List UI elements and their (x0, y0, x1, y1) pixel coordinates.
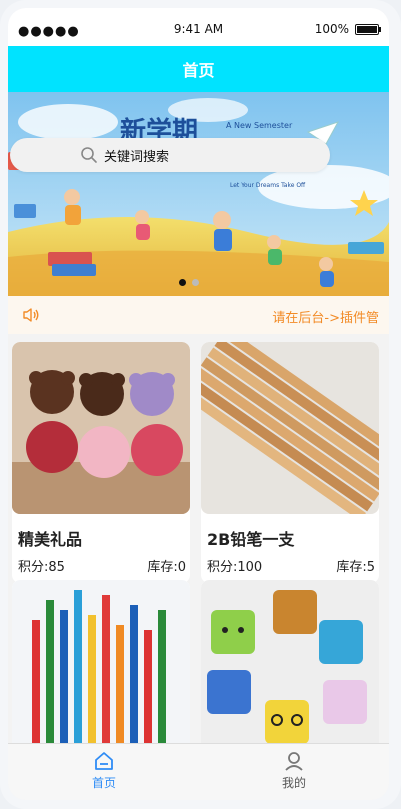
notice-text: 请在后台->插件管 (272, 311, 379, 326)
status-bar: ●●●●● 9:41 AM 100% (8, 8, 389, 46)
tab-home[interactable]: 首页 (44, 750, 164, 791)
product-points: 积分:100 (207, 560, 263, 575)
tab-mine[interactable]: 我的 (234, 750, 354, 791)
tab-bar: 首页 我的 (8, 743, 389, 800)
carousel-dot[interactable] (192, 279, 199, 286)
search-input[interactable]: 关键词搜索 (104, 146, 169, 165)
tab-mine-label: 我的 (281, 776, 306, 790)
battery-icon (355, 23, 381, 35)
banner-carousel[interactable]: 新学期 A New Semester Let Your Dreams Take … (8, 92, 389, 296)
tab-home-label: 首页 (91, 776, 116, 790)
carousel-dots (179, 279, 199, 286)
search-icon (81, 147, 97, 163)
search-bar[interactable]: 关键词搜索 (10, 138, 330, 172)
speaker-icon (23, 308, 39, 322)
product-name: 精美礼品 (18, 530, 83, 549)
product-card[interactable]: 2B铅笔一支 积分:100 库存:5 (201, 342, 379, 583)
product-image (201, 580, 379, 744)
product-card[interactable]: 精美礼品 积分:85 库存:0 (12, 342, 190, 583)
banner-tagline: Let Your Dreams Take Off (230, 182, 306, 189)
phone-frame: ●●●●● 9:41 AM 100% 首页 新学期 A New Semester… (0, 0, 401, 809)
product-image (12, 580, 190, 744)
user-icon (285, 752, 303, 771)
home-icon (95, 752, 113, 770)
product-points: 积分:85 (18, 560, 65, 575)
product-stock: 库存:0 (147, 560, 186, 575)
notice-bar[interactable]: 请在后台->插件管 (8, 296, 389, 334)
battery-percent: 100% (314, 22, 349, 36)
product-card[interactable] (12, 580, 190, 744)
product-image (201, 342, 379, 514)
product-stock: 库存:5 (336, 560, 375, 575)
nav-bar: 首页 (8, 46, 389, 92)
product-grid: 精美礼品 积分:85 库存:0 2B铅笔一支 积分:100 库存:5 (12, 334, 389, 744)
product-name: 2B铅笔一支 (207, 530, 295, 549)
carousel-dot[interactable] (179, 279, 186, 286)
page-title: 首页 (182, 61, 215, 80)
app-screen: ●●●●● 9:41 AM 100% 首页 新学期 A New Semester… (8, 8, 389, 800)
banner-subtitle: A New Semester (226, 121, 293, 130)
banner-image: 新学期 A New Semester Let Your Dreams Take … (8, 92, 389, 296)
product-image (12, 342, 190, 514)
product-card[interactable] (201, 580, 379, 744)
